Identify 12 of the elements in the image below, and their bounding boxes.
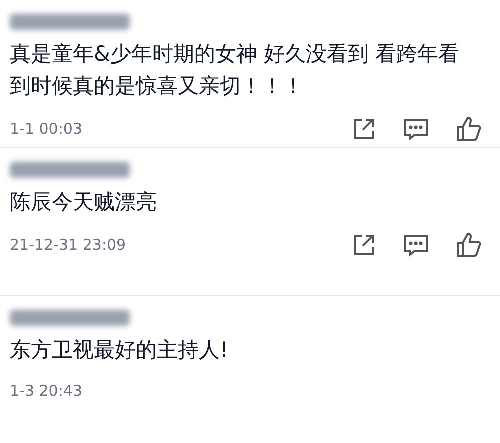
thumbs-up-icon[interactable] [456,116,482,142]
comment-time: 1-1 00:03 [10,118,82,140]
comment-icon[interactable] [403,233,429,257]
share-icon[interactable] [352,233,376,257]
thumbs-up-icon[interactable] [456,232,482,258]
comment-text: 陈辰今天贼漂亮 [10,189,158,216]
comment-time: 21-12-31 23:09 [10,234,126,256]
comment-text: 东方卫视最好的主持人! [10,337,230,364]
share-icon[interactable] [352,117,376,141]
comment-time: 1-3 20:43 [10,381,82,402]
comment-text: 真是童年&少年时期的女神 好久没看到 看跨年看到时候真的是惊喜又亲切！！！ [10,41,461,100]
comment-icon[interactable] [403,117,429,141]
